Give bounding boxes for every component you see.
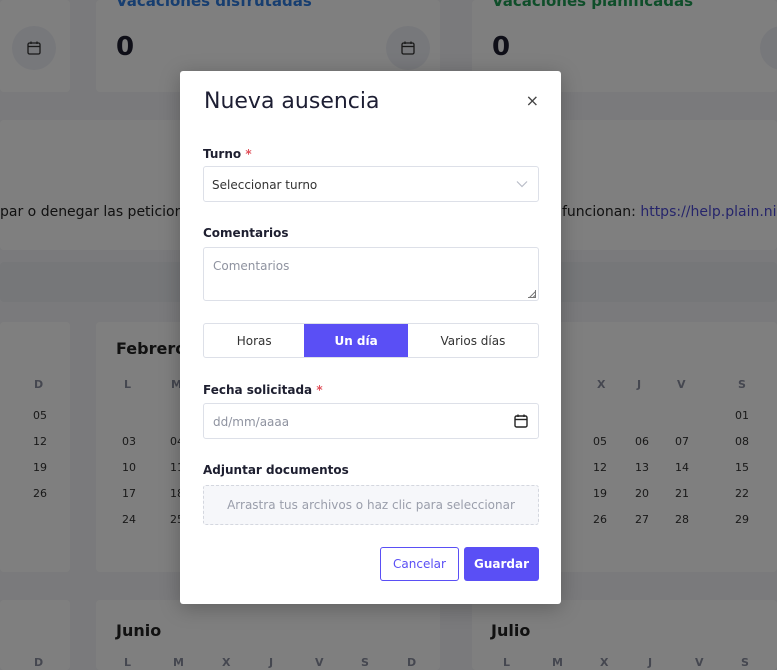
save-button[interactable]: Guardar bbox=[464, 547, 539, 581]
turno-label: Turno * bbox=[203, 147, 252, 161]
segment-horas[interactable]: Horas bbox=[204, 324, 304, 357]
resize-handle-icon[interactable] bbox=[528, 290, 536, 298]
required-mark: * bbox=[245, 147, 252, 161]
segment-varios-dias[interactable]: Varios días bbox=[408, 324, 538, 357]
fecha-placeholder: dd/mm/aaaa bbox=[213, 415, 290, 429]
comentarios-label: Comentarios bbox=[203, 226, 289, 240]
cancel-button[interactable]: Cancelar bbox=[380, 547, 459, 581]
chevron-down-icon bbox=[516, 178, 528, 191]
fecha-label: Fecha solicitada * bbox=[203, 383, 323, 397]
turno-select[interactable]: Seleccionar turno bbox=[203, 166, 539, 202]
calendar-icon[interactable] bbox=[513, 413, 529, 432]
duration-toggle: Horas Un día Varios días bbox=[203, 323, 539, 358]
comentarios-textarea[interactable]: Comentarios bbox=[203, 247, 539, 301]
file-dropzone[interactable]: Arrastra tus archivos o haz clic para se… bbox=[203, 485, 539, 525]
comentarios-placeholder: Comentarios bbox=[213, 259, 290, 273]
segment-un-dia[interactable]: Un día bbox=[304, 324, 408, 357]
fecha-label-text: Fecha solicitada bbox=[203, 383, 313, 397]
adjuntar-label: Adjuntar documentos bbox=[203, 463, 349, 477]
fecha-input[interactable]: dd/mm/aaaa bbox=[203, 403, 539, 439]
required-mark: * bbox=[316, 383, 323, 397]
turno-select-value: Seleccionar turno bbox=[212, 178, 318, 192]
turno-label-text: Turno bbox=[203, 147, 242, 161]
modal-title: Nueva ausencia bbox=[204, 89, 380, 114]
new-absence-modal: Nueva ausencia × Turno * Seleccionar tur… bbox=[180, 71, 561, 604]
close-icon[interactable]: × bbox=[526, 91, 539, 110]
